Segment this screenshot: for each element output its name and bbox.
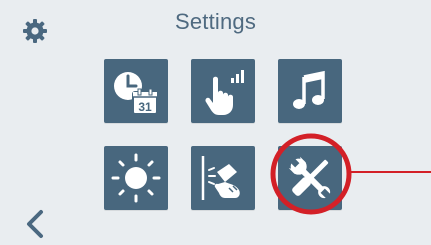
tools-icon xyxy=(288,156,332,200)
ringtone-tile[interactable] xyxy=(278,59,342,123)
brightness-icon xyxy=(111,153,161,203)
touch-sensitivity-tile[interactable] xyxy=(191,59,255,123)
brightness-tile[interactable] xyxy=(104,146,168,210)
settings-screen: Settings 31 xyxy=(0,0,431,245)
service-tools-tile[interactable] xyxy=(278,146,342,210)
clock-calendar-icon: 31 xyxy=(114,72,158,115)
page-title: Settings xyxy=(174,9,257,34)
chevron-left-icon[interactable] xyxy=(22,209,48,239)
screen-cleaning-tile[interactable] xyxy=(191,146,255,210)
calendar-day: 31 xyxy=(138,100,152,114)
date-time-tile[interactable]: 31 xyxy=(104,59,168,123)
screen-cleaning-icon xyxy=(201,156,240,200)
touch-signal-icon xyxy=(205,70,244,115)
music-note-icon xyxy=(293,70,325,109)
